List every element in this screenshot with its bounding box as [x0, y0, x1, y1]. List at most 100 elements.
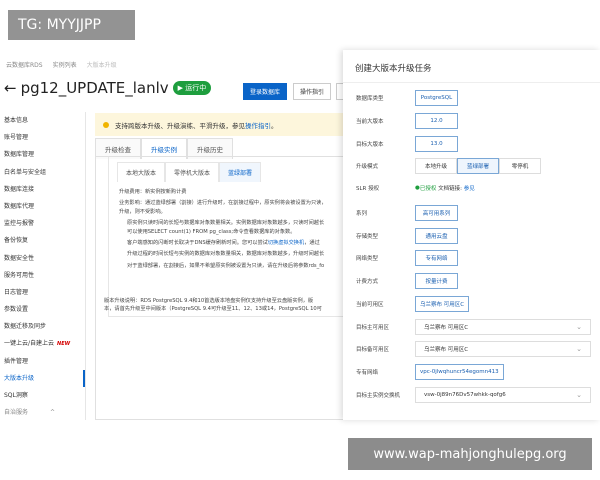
mode-local[interactable]: 本地升级 — [415, 158, 457, 174]
breadcrumb-instances[interactable]: 实例列表 — [53, 60, 77, 69]
text-line: 原实例只读时间的长短与数据库对象数量相关。实例数据库对象数越多，只读时间越长 — [127, 220, 325, 227]
label: 升级模式 — [356, 164, 379, 170]
doc-link[interactable]: 参见 — [464, 184, 475, 192]
sidebar-item-monitoring[interactable]: 监控与报警 — [0, 215, 85, 232]
text-line: 升级，则不受影响。 — [119, 208, 166, 215]
current-version-tag: 12.0 — [415, 113, 458, 129]
series-tag: 高可用系列 — [415, 205, 458, 221]
sidebar-item-sql-insight[interactable]: SQL洞察 — [0, 387, 85, 404]
label: 目标主可用区 — [356, 325, 390, 331]
storage-tag: 通用云盘 — [415, 228, 458, 244]
mode-zero-downtime[interactable]: 零停机 — [499, 158, 541, 174]
sidebar-item-databases[interactable]: 数据库管理 — [0, 146, 85, 163]
guide-button[interactable]: 操作指引 — [293, 83, 331, 100]
text-line: 升级过程的时间长短与实例的数据库对象数量相关，数据库对象数越多，升级时间越长 — [127, 251, 325, 258]
breadcrumb-current: 大版本升级 — [86, 62, 117, 69]
label: 专有网络 — [356, 370, 379, 376]
notice-bar: 支持跨版本升级、升级演练、平滑升级，参见操作指引。 — [95, 113, 343, 136]
instance-name: pg12_UPDATE_lanlv — [20, 79, 169, 97]
instance-page: 云数据库RDS 实例列表 大版本升级 ← pg12_UPDATE_lanlv ▶… — [0, 0, 343, 420]
current-zone-tag: 乌兰察布 可用区C — [415, 296, 470, 312]
sidebar-item-proxy[interactable]: 数据库代理 — [0, 198, 85, 215]
sidebar-item-accounts[interactable]: 账号管理 — [0, 129, 85, 146]
chevron-up-icon: ^ — [50, 409, 56, 417]
row-target-version: 目标大版本 13.0 — [356, 136, 596, 152]
subtab-local[interactable]: 本地大版本 — [117, 162, 166, 182]
sidebar-item-whitelist[interactable]: 白名单与安全组 — [0, 164, 85, 181]
text-line: 版本升级说明：RDS PostgreSQL 9.4和10首选版本地盘实例仅支持升… — [104, 298, 314, 304]
breadcrumb-rds[interactable]: 云数据库RDS — [6, 60, 43, 69]
text-line: 升级费用：新实例按新购计费 — [119, 189, 187, 195]
network-tag: 专有网络 — [415, 250, 458, 266]
db-type-tag: PostgreSQL — [415, 90, 458, 106]
sidebar-item-logs[interactable]: 日志管理 — [0, 284, 85, 301]
text-line: 业务影响：通过蓝绿部署（割接）进行升级时，在割接过程中，原实例将会被设置为只读， — [119, 200, 327, 207]
text-line: 本，请首先升级至中间版本（PostgreSQL 9.4可升级至11、12、13或… — [104, 306, 322, 313]
label: 当前可用区 — [356, 302, 384, 308]
target-primary-zone-select[interactable]: 乌兰察布 可用区C ⌄ — [415, 319, 591, 335]
sidebar-item-cloud-migration[interactable]: 一键上云/自建上云 NEW — [0, 335, 85, 352]
doc-label: 文档链接: — [438, 186, 462, 192]
sidebar-item-plugins[interactable]: 插件管理 — [0, 353, 85, 370]
vswitch-select[interactable]: vsw-0j89n76Dv57whkk-qofg6 ⌄ — [415, 387, 591, 403]
sidebar-item-migration[interactable]: 数据迁移及同步 — [0, 318, 85, 335]
page-title: ← pg12_UPDATE_lanlv ▶ 运行中 — [4, 79, 212, 97]
text-line: 客户端感知的闪断时长取决于DNS缓存刷新时间。您可以尝试切换虚拟交换机，通过 — [127, 240, 320, 247]
status-badge: ▶ 运行中 — [172, 81, 212, 95]
login-database-button[interactable]: 登录数据库 — [243, 83, 287, 100]
text-line: 可以使用SELECT count(1) FROM pg_class;命令查看数据… — [127, 228, 296, 235]
billing-tag: 按量计费 — [415, 273, 458, 289]
label: 存储类型 — [356, 234, 379, 240]
watermark-bottom-right: www.wap-mahjonghulepg.org — [348, 438, 592, 470]
chevron-down-icon: ⌄ — [576, 345, 582, 353]
row-target-primary-zone: 目标主可用区 乌兰察布 可用区C ⌄ — [356, 319, 596, 335]
sidebar-item-connection[interactable]: 数据库连接 — [0, 181, 85, 198]
version-notes: 版本升级说明：RDS PostgreSQL 9.4和10首选版本地盘实例仅支持升… — [96, 297, 322, 314]
target-standby-zone-select[interactable]: 乌兰察布 可用区C ⌄ — [415, 341, 591, 357]
sidebar-item-autonomy[interactable]: 自治服务 ^ — [0, 404, 85, 420]
label: 目标大版本 — [356, 142, 384, 148]
label: SLR 授权 — [356, 186, 380, 192]
row-vswitch: 目标主实例交换机 vsw-0j89n76Dv57whkk-qofg6 ⌄ — [356, 387, 596, 403]
switch-vswitch-link[interactable]: 切换虚拟交换机 — [268, 240, 304, 246]
mode-blue-green[interactable]: 蓝绿部署 — [457, 158, 499, 174]
label: 系列 — [356, 211, 368, 217]
upgrade-mode-selector: 本地升级 蓝绿部署 零停机 — [415, 158, 541, 174]
label: 计费方式 — [356, 279, 379, 285]
subtab-zero-downtime[interactable]: 零停机大版本 — [165, 162, 220, 182]
label: 当前大版本 — [356, 119, 384, 125]
back-arrow-icon[interactable]: ← — [4, 79, 17, 97]
label: 目标主实例交换机 — [356, 393, 401, 399]
sidebar-item-availability[interactable]: 服务可用性 — [0, 267, 85, 284]
target-version-tag[interactable]: 13.0 — [415, 136, 458, 152]
upgrade-description: 升级费用：新实例按新购计费 业务影响：通过蓝绿部署（割接）进行升级时，在割接过程… — [109, 182, 343, 270]
guide-link[interactable]: 操作指引 — [245, 122, 271, 130]
sidebar-item-security[interactable]: 数据安全性 — [0, 250, 85, 267]
chevron-down-icon: ⌄ — [576, 323, 582, 331]
label: 数据库类型 — [356, 96, 384, 102]
row-current-version: 当前大版本 12.0 — [356, 113, 596, 129]
row-target-standby-zone: 目标备可用区 乌兰察布 可用区C ⌄ — [356, 341, 596, 357]
text-line: 对于蓝绿部署，在割接后，如果不希望原实例被设置为只读，请在升级后将参数rds_f… — [127, 262, 325, 269]
row-vpc: 专有网络 vpc-0jlwqhuncr54egomn413 — [356, 364, 596, 380]
sidebar-item-parameters[interactable]: 参数设置 — [0, 301, 85, 318]
divider — [343, 82, 600, 83]
sidebar-item-backup[interactable]: 备份恢复 — [0, 232, 85, 249]
breadcrumb: 云数据库RDS 实例列表 大版本升级 — [6, 60, 117, 69]
row-network: 网络类型 专有网络 — [356, 250, 596, 266]
info-icon — [103, 121, 109, 128]
drawer-title: 创建大版本升级任务 — [355, 64, 432, 74]
chevron-down-icon: ⌄ — [576, 391, 582, 399]
new-badge: NEW — [57, 341, 71, 348]
watermark-top-left: TG: MYYJJPP — [8, 10, 135, 40]
row-storage: 存储类型 通用云盘 — [356, 228, 596, 244]
sidebar-item-major-upgrade[interactable]: 大版本升级 — [0, 369, 85, 387]
row-billing: 计费方式 按量计费 — [356, 273, 596, 289]
sidebar-item-basic-info[interactable]: 基本信息 — [0, 112, 85, 129]
row-current-zone: 当前可用区 乌兰察布 可用区C — [356, 296, 596, 312]
subtab-blue-green[interactable]: 蓝绿部署 — [219, 162, 262, 182]
label: 目标备可用区 — [356, 347, 390, 353]
label: 网络类型 — [356, 256, 379, 262]
upgrade-panel: 本地大版本 零停机大版本 蓝绿部署 升级费用：新实例按新购计费 业务影响：通过蓝… — [108, 157, 343, 317]
more-button[interactable] — [336, 83, 343, 100]
